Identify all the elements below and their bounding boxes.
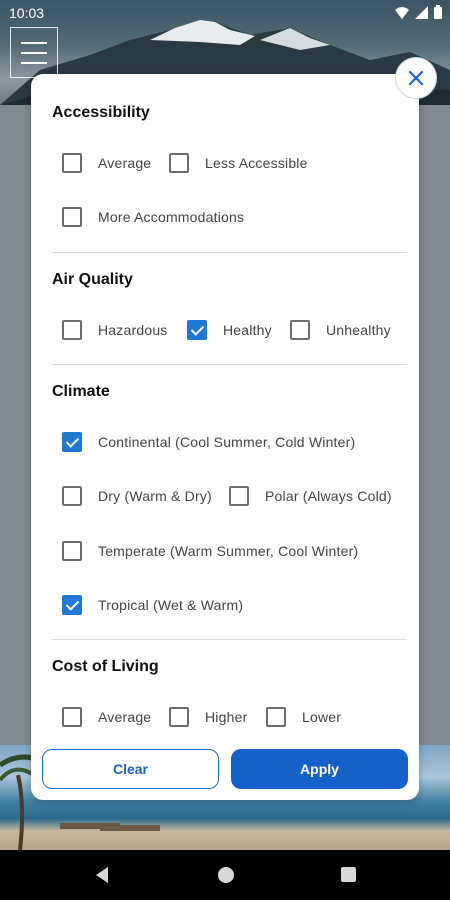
- checkbox-climate-continental[interactable]: Continental (Cool Summer, Cold Winter): [62, 432, 355, 452]
- checkbox[interactable]: [266, 707, 286, 727]
- checkbox[interactable]: [62, 486, 82, 506]
- checkbox-accessibility-average[interactable]: Average: [62, 153, 151, 173]
- checkbox-label: Lower: [302, 709, 342, 725]
- checkbox-climate-temperate[interactable]: Temperate (Warm Summer, Cool Winter): [62, 541, 358, 561]
- checkbox-climate-tropical[interactable]: Tropical (Wet & Warm): [62, 595, 243, 615]
- checkbox-label: Less Accessible: [205, 155, 308, 171]
- section-title-air-quality: Air Quality: [52, 271, 133, 288]
- checkbox-cost-average[interactable]: Average: [62, 707, 151, 727]
- checkbox-label: Polar (Always Cold): [265, 488, 392, 504]
- checkbox-label: Average: [98, 155, 152, 171]
- checkbox[interactable]: [290, 320, 310, 340]
- checkbox-label: Dry (Warm & Dry): [98, 488, 212, 504]
- checkbox-label: Unhealthy: [326, 322, 391, 338]
- checkbox[interactable]: [62, 707, 82, 727]
- checkbox-air-quality-healthy[interactable]: Healthy: [187, 320, 272, 340]
- hamburger-menu-icon: [21, 42, 47, 44]
- wifi-icon: [395, 6, 409, 19]
- checkbox-label: More Accommodations: [98, 209, 245, 225]
- hamburger-line: [21, 62, 47, 64]
- divider: [52, 639, 407, 640]
- checkbox-label: Continental (Cool Summer, Cold Winter): [98, 434, 356, 450]
- menu-button[interactable]: [10, 27, 58, 78]
- checkbox[interactable]: [62, 207, 82, 227]
- checkbox-cost-higher[interactable]: Higher: [169, 707, 247, 727]
- checkbox[interactable]: [169, 153, 189, 173]
- close-icon: [408, 70, 424, 86]
- battery-icon: [434, 5, 442, 19]
- status-time: 10:03: [9, 5, 45, 21]
- status-icons: [395, 5, 442, 19]
- checkbox[interactable]: [62, 541, 82, 561]
- checkbox-checked[interactable]: [62, 595, 82, 615]
- section-title-cost-of-living: Cost of Living: [52, 658, 159, 675]
- checkbox-checked[interactable]: [187, 320, 207, 340]
- home-icon[interactable]: [218, 867, 234, 883]
- checkbox-cost-lower[interactable]: Lower: [266, 707, 341, 727]
- section-title-accessibility: Accessibility: [52, 104, 150, 121]
- checkbox[interactable]: [62, 320, 82, 340]
- checkbox-label: Hazardous: [98, 322, 168, 338]
- checkbox-label: Healthy: [223, 322, 272, 338]
- checkbox-label: Temperate (Warm Summer, Cool Winter): [98, 543, 359, 559]
- section-title-climate: Climate: [52, 383, 110, 400]
- divider: [52, 364, 407, 365]
- checkbox-air-quality-hazardous[interactable]: Hazardous: [62, 320, 168, 340]
- clear-button[interactable]: Clear: [42, 749, 219, 789]
- checkbox-label: Higher: [205, 709, 248, 725]
- filter-modal: Accessibility Average Less Accessible Mo…: [31, 74, 419, 800]
- checkbox[interactable]: [169, 707, 189, 727]
- status-bar: 10:03: [0, 0, 450, 26]
- divider: [52, 252, 407, 253]
- checkbox-climate-polar[interactable]: Polar (Always Cold): [229, 486, 392, 506]
- signal-icon: [415, 5, 428, 19]
- apply-button[interactable]: Apply: [231, 749, 408, 789]
- hamburger-line: [21, 52, 47, 54]
- back-icon[interactable]: [94, 866, 110, 884]
- checkbox-label: Average: [98, 709, 152, 725]
- checkbox-air-quality-unhealthy[interactable]: Unhealthy: [290, 320, 391, 340]
- checkbox-checked[interactable]: [62, 432, 82, 452]
- checkbox-accessibility-less-accessible[interactable]: Less Accessible: [169, 153, 308, 173]
- checkbox[interactable]: [62, 153, 82, 173]
- checkbox-label: Tropical (Wet & Warm): [98, 597, 244, 613]
- close-button[interactable]: [395, 57, 437, 99]
- checkbox[interactable]: [229, 486, 249, 506]
- checkbox-climate-dry[interactable]: Dry (Warm & Dry): [62, 486, 212, 506]
- recent-apps-icon[interactable]: [341, 867, 356, 882]
- checkbox-accessibility-more-accommodations[interactable]: More Accommodations: [62, 207, 244, 227]
